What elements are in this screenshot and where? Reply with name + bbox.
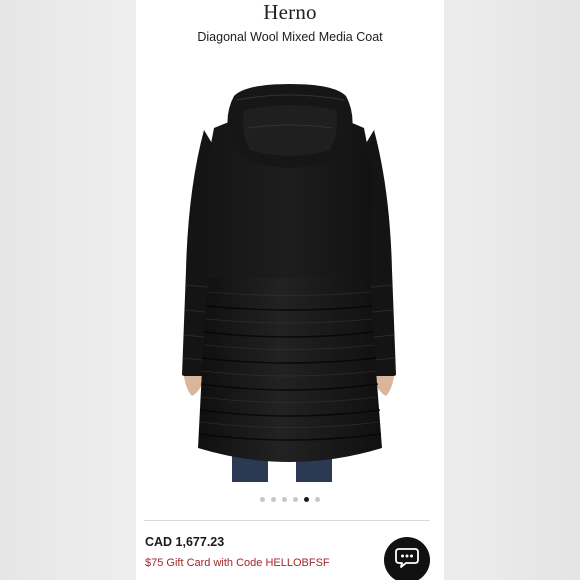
pager-dot[interactable] [315,497,320,502]
pager-dot-active[interactable] [304,497,309,502]
brand-name[interactable]: Herno [136,0,444,25]
product-title: Diagonal Wool Mixed Media Coat [197,30,383,44]
pager-dot[interactable] [271,497,276,502]
promo-text[interactable]: $75 Gift Card with Code HELLOBFSF [145,557,330,569]
pager-dot[interactable] [260,497,265,502]
chat-bubble-icon [394,546,420,575]
image-pager[interactable] [136,497,444,502]
chat-button[interactable] [384,537,430,580]
pager-dot[interactable] [282,497,287,502]
divider [144,520,430,521]
coat-illustration [182,84,396,482]
product-price: CAD 1,677.23 [145,535,225,549]
pager-dot[interactable] [293,497,298,502]
product-image[interactable] [136,70,444,482]
screenshot-stage: Herno Diagonal Wool Mixed Media Coat CAD… [0,0,580,580]
product-page: Herno Diagonal Wool Mixed Media Coat CAD… [136,0,444,580]
